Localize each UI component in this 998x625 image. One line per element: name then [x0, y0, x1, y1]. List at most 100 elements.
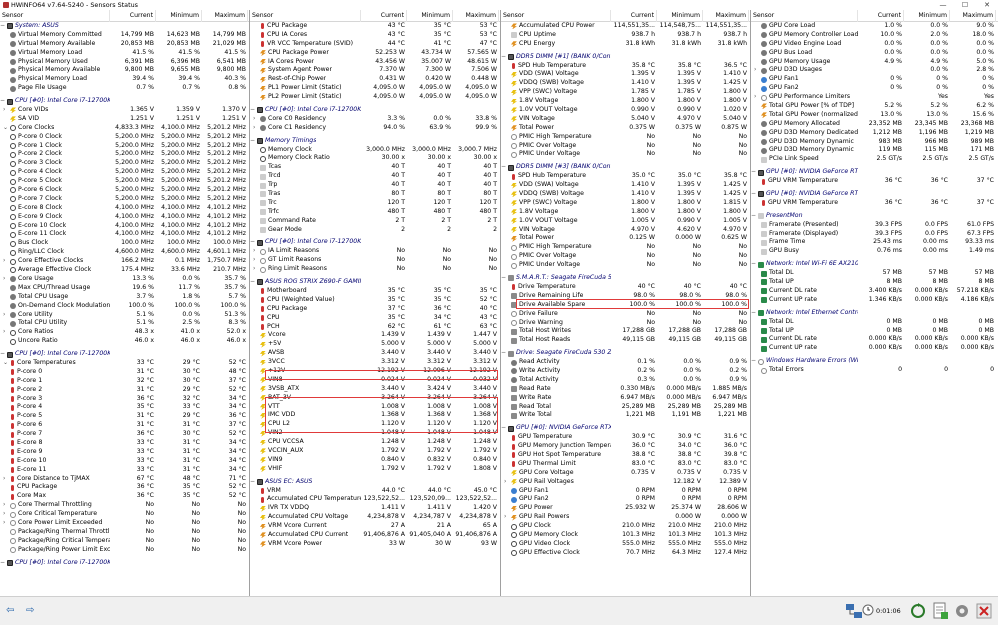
sensor-row[interactable]: Core Max 36 °C 35 °C 52 °C: [0, 492, 249, 501]
expand-toggle-icon[interactable]: −: [501, 349, 508, 358]
expand-toggle-icon[interactable]: ›: [754, 93, 761, 102]
expand-toggle-icon[interactable]: −: [501, 53, 508, 62]
sensor-group-header[interactable]: −Network: Intel Ethernet Controller I225…: [751, 309, 998, 318]
sensor-row[interactable]: › GPU D3D Usages 0.0 % 2.8 %: [751, 66, 998, 75]
sensor-row[interactable]: GPU Core Load 1.0 % 0.0 % 9.0 %: [751, 22, 998, 31]
sensor-row[interactable]: CPU (Weighted Value) 35 °C 35 °C 52 °C: [250, 296, 500, 305]
log-file-icon[interactable]: [930, 601, 950, 621]
sensor-row[interactable]: VDD (SWA) Voltage 1.410 V 1.395 V 1.425 V: [501, 181, 750, 190]
expand-toggle-icon[interactable]: ›: [504, 478, 511, 487]
sensor-row[interactable]: Total Errors 0 0 0: [751, 366, 998, 375]
sensor-row[interactable]: SA VID 1.251 V 1.251 V 1.251 V: [0, 115, 249, 124]
sensor-row[interactable]: PMIC Under Voltage No No No: [501, 150, 750, 159]
sensor-row[interactable]: GPU Clock 210.0 MHz 210.0 MHz 210.0 MHz: [501, 522, 750, 531]
sensor-row[interactable]: GPU Power 25.932 W 25.374 W 28.606 W: [501, 504, 750, 513]
column-current[interactable]: Current: [611, 10, 657, 22]
sensor-row[interactable]: GPU Fan1 0 % 0 % 0 %: [751, 75, 998, 84]
sensor-row[interactable]: Drive Failure No No No: [501, 310, 750, 319]
expand-toggle-icon[interactable]: ›: [754, 66, 761, 75]
expand-toggle-icon[interactable]: ›: [3, 275, 10, 284]
sensor-row[interactable]: › Core Critical Temperature No No No: [0, 510, 249, 519]
sensor-row[interactable]: VIN2 1.048 V 1.048 V 1.048 V: [250, 429, 500, 438]
sensor-row[interactable]: CPU Package 43 °C 35 °C 53 °C: [250, 22, 500, 31]
expand-toggle-icon[interactable]: ›: [3, 510, 10, 519]
sensor-row[interactable]: ⌄ Core Clocks 4,833.3 MHz 4,100.0 MHz 5,201.…: [0, 124, 249, 133]
expand-toggle-icon[interactable]: ›: [3, 328, 10, 337]
expand-toggle-icon[interactable]: ›: [3, 106, 10, 115]
expand-toggle-icon[interactable]: ›: [253, 265, 260, 274]
sensor-row[interactable]: P-core 5 Clock 5,200.0 MHz 5,200.0 MHz 5,20…: [0, 177, 249, 186]
sensor-row[interactable]: Trcd 40 T 40 T 40 T: [250, 172, 500, 181]
arrow-left-icon[interactable]: ⇦: [6, 605, 14, 616]
sensor-group-header[interactable]: − CPU [#0]: Intel Core i7-12700KF: [0, 97, 249, 106]
sensor-group-header[interactable]: − ASUS EC: ASUS: [250, 478, 500, 487]
sensor-row[interactable]: CPU Package 37 °C 36 °C 40 °C: [250, 305, 500, 314]
sensor-row[interactable]: GPU D3D Memory Dynamic 983 MB 966 MB 989 MB: [751, 138, 998, 147]
sensor-row[interactable]: Total GPU Power (normalized) [%...13.0 %…: [751, 111, 998, 120]
sensor-row[interactable]: › GPU Rail Powers 0.000 W 0.000 W: [501, 513, 750, 522]
sensor-row[interactable]: GPU D3D Memory Dynamic 119 MB 115 MB 171 MB: [751, 146, 998, 155]
sensor-group-header[interactable]: −Drive: Seagate FireCuda 530 ZP1000GM300…: [501, 349, 750, 358]
sensor-row[interactable]: › IA Limit Reasons No No No: [250, 247, 500, 256]
sensor-row[interactable]: AVSB 3.440 V 3.440 V 3.440 V: [250, 349, 500, 358]
sensor-row[interactable]: › Core C0 Residency 3.3 % 0.0 % 33.8 %: [250, 115, 500, 124]
sensor-row[interactable]: › Ring Limit Reasons No No No: [250, 265, 500, 274]
sensor-row[interactable]: PMIC Over Voltage No No No: [501, 252, 750, 261]
column-current[interactable]: Current: [110, 10, 156, 22]
expand-toggle-icon[interactable]: −: [0, 97, 7, 106]
sensor-row[interactable]: Drive Temperature 40 °C 40 °C 40 °C: [501, 283, 750, 292]
sensor-row[interactable]: VDDQ (SWB) Voltage 1.410 V 1.395 V 1.425 V: [501, 190, 750, 199]
sensor-row[interactable]: Memory Clock 3,000.0 MHz 3,000.0 MHz 3,000.…: [250, 146, 500, 155]
sensor-row[interactable]: 3VSB_ATX 3.440 V 3.424 V 3.440 V: [250, 385, 500, 394]
sensor-row[interactable]: VRM Vcore Current 27 A 21 A 65 A: [250, 522, 500, 531]
sensor-row[interactable]: E-core 8 Clock 4,100.0 MHz 4,100.0 MHz 4,10…: [0, 204, 249, 213]
sensor-row[interactable]: P-core 4 35 °C 33 °C 34 °C: [0, 403, 249, 412]
sensor-row[interactable]: Drive Remaining Life 98.0 % 98.0 % 98.0 %: [501, 292, 750, 301]
sensor-row[interactable]: P-core 5 31 °C 29 °C 36 °C: [0, 412, 249, 421]
sensor-row[interactable]: VRM Vcore Power 33 W 30 W 93 W: [250, 540, 500, 549]
sensor-row[interactable]: Current DL rate 3.400 KB/s 0.000 KB/s 57.21…: [751, 287, 998, 296]
expand-toggle-icon[interactable]: −: [751, 212, 758, 221]
expand-toggle-icon[interactable]: −: [0, 559, 7, 568]
sensor-row[interactable]: VDD (SWA) Voltage 1.395 V 1.395 V 1.410 V: [501, 70, 750, 79]
sensor-row[interactable]: 1.8V Voltage 1.800 V 1.800 V 1.800 V: [501, 97, 750, 106]
sensor-row[interactable]: E-core 11 Clock 4,100.0 MHz 4,100.0 MHz 4,1…: [0, 230, 249, 239]
sensor-row[interactable]: GPU Fan2 0 RPM 0 RPM 0 RPM: [501, 495, 750, 504]
sensor-row[interactable]: 1.0V VOUT Voltage 0.990 V 0.990 V 1.020 V: [501, 106, 750, 115]
sensor-row[interactable]: PMIC Under Voltage No No No: [501, 261, 750, 270]
expand-toggle-icon[interactable]: ⌄: [3, 124, 10, 133]
sensor-row[interactable]: GPU Effective Clock 70.7 MHz 64.3 MHz 127.4…: [501, 549, 750, 558]
sensor-row[interactable]: Read Activity 0.1 % 0.0 % 0.9 %: [501, 358, 750, 367]
sensor-row[interactable]: VHIF 1.792 V 1.792 V 1.808 V: [250, 465, 500, 474]
sensor-row[interactable]: Rest-of-Chip Power 0.431 W 0.420 W 0.448 W: [250, 75, 500, 84]
sensor-row[interactable]: › Core C1 Residency 94.0 % 63.9 % 99.9 %: [250, 124, 500, 133]
sensor-row[interactable]: Vcore 1.439 V 1.439 V 1.447 V: [250, 331, 500, 340]
sensor-row[interactable]: › Core VIDs 1.365 V 1.359 V 1.370 V: [0, 106, 249, 115]
sensor-row[interactable]: E-core 10 33 °C 31 °C 34 °C: [0, 457, 249, 466]
sensor-row[interactable]: ⌄ Core Temperatures 33 °C 29 °C 52 °C: [0, 359, 249, 368]
sensor-row[interactable]: › Core Ratios 48.3 x 41.0 x 52.0 x: [0, 328, 249, 337]
sensor-row[interactable]: Tcas 40 T 40 T 40 T: [250, 163, 500, 172]
sensor-row[interactable]: P-core 0 Clock 5,200.0 MHz 5,200.0 MHz 5,20…: [0, 133, 249, 142]
expand-toggle-icon[interactable]: ⌄: [3, 359, 10, 368]
sensor-group-header[interactable]: − PresentMon: [751, 212, 998, 221]
sensor-row[interactable]: Accumulated CPU Power 114,551,35... 114,54…: [501, 22, 750, 31]
expand-toggle-icon[interactable]: −: [501, 163, 508, 172]
sensor-row[interactable]: Drive Warning No No No: [501, 319, 750, 328]
sensor-row[interactable]: System Agent Power 7.370 W 7.300 W 7.506 W: [250, 66, 500, 75]
sensor-row[interactable]: Physical Memory Load 39.4 % 39.4 % 40.3 %: [0, 75, 249, 84]
expand-toggle-icon[interactable]: −: [751, 190, 758, 199]
sensor-row[interactable]: PL1 Power Limit (Static) 4,095.0 W 4,095.0…: [250, 84, 500, 93]
sensor-row[interactable]: GPU Video Engine Load 0.0 % 0.0 % 0.0 %: [751, 40, 998, 49]
sensor-row[interactable]: PMIC Over Voltage No No No: [501, 142, 750, 151]
sensor-row[interactable]: Accumulated CPU Current 91,406,876 A 91,40…: [250, 531, 500, 540]
column-sensor[interactable]: Sensor: [751, 10, 858, 22]
sensor-row[interactable]: › Core Distance to TjMAX 67 °C 48 °C 71 °C: [0, 475, 249, 484]
sensor-group-header[interactable]: −CPU [#0]: Intel Core i7-12700KF: Perfor…: [250, 238, 500, 247]
sensor-row[interactable]: P-core 1 32 °C 30 °C 37 °C: [0, 377, 249, 386]
sensor-row[interactable]: Total Host Reads 49,115 GB 49,115 GB 49,115…: [501, 336, 750, 345]
column-minimum[interactable]: Minimum: [904, 10, 950, 22]
expand-toggle-icon[interactable]: −: [501, 274, 508, 283]
sensor-row[interactable]: Average Effective Clock 175.4 MHz 33.6 MHz…: [0, 266, 249, 275]
sensor-row[interactable]: Virtual Memory Available 20,853 MB 20,853 …: [0, 40, 249, 49]
